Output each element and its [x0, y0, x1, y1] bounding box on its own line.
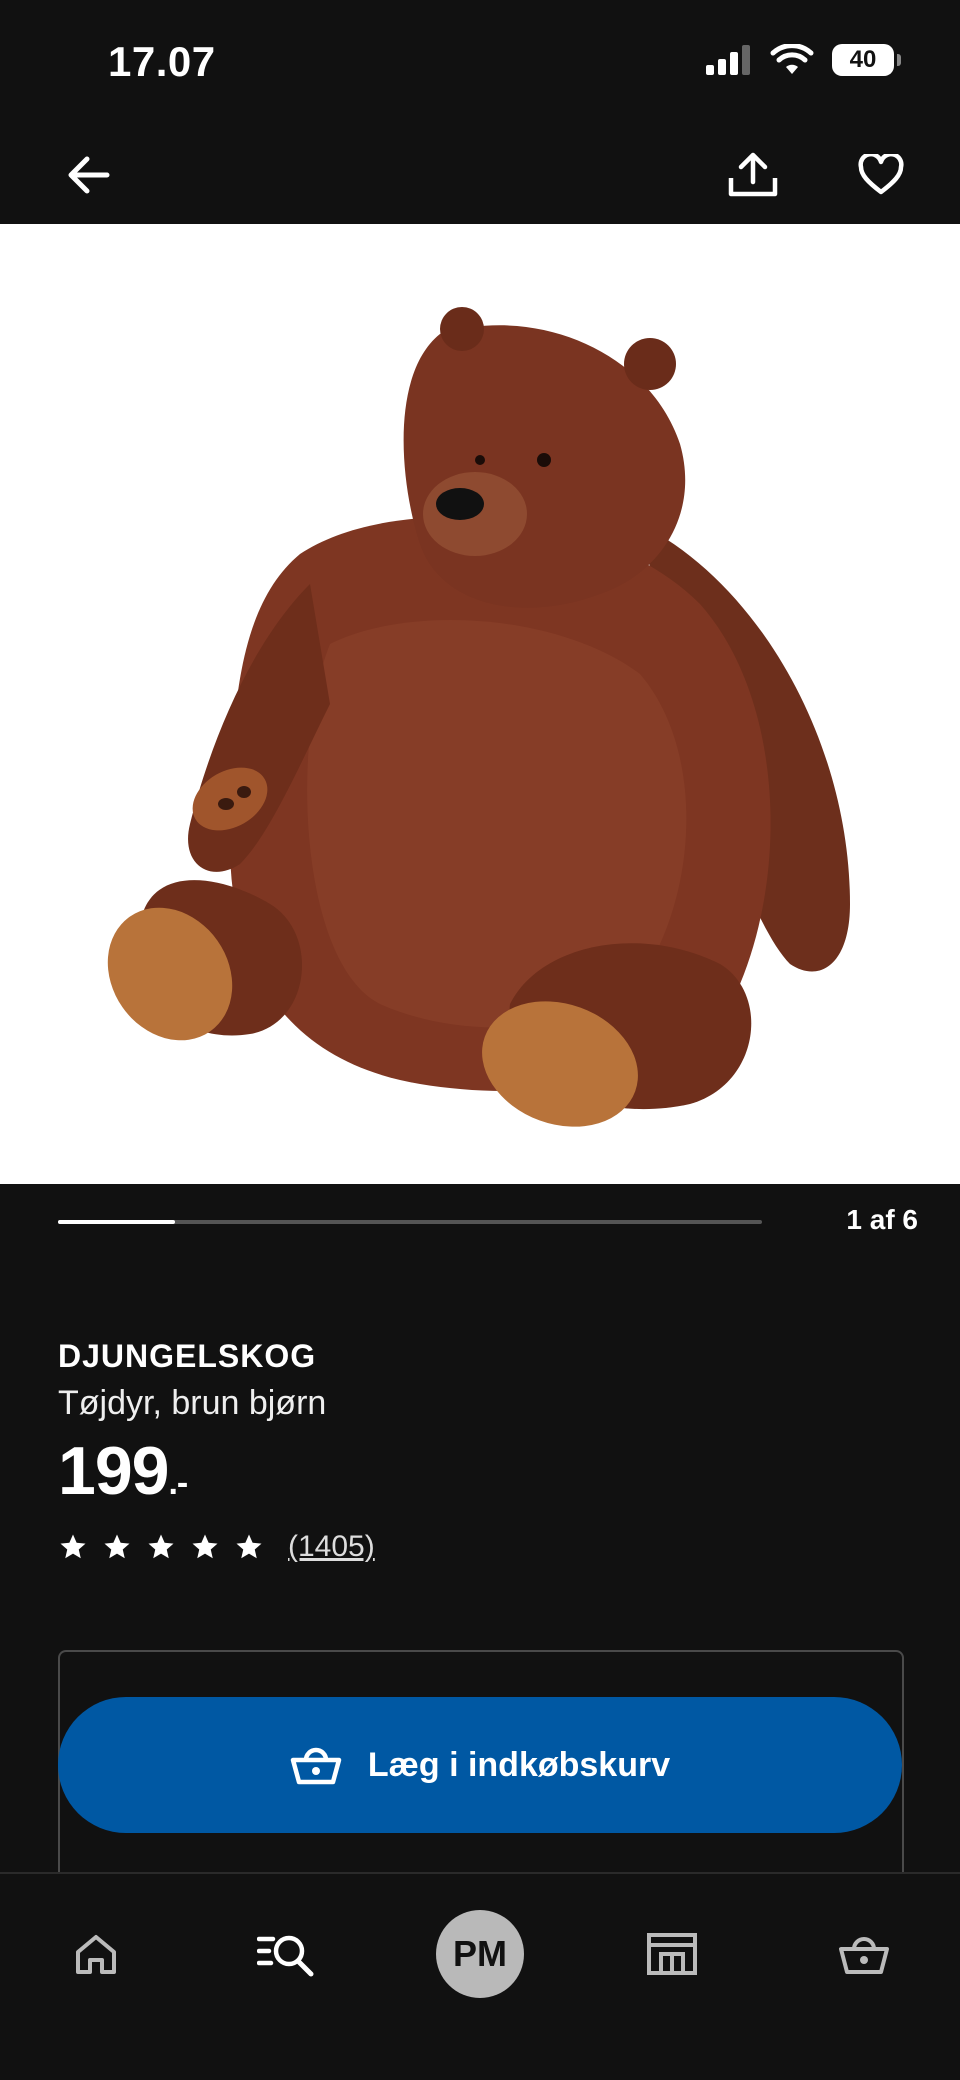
- price-suffix: .-: [168, 1464, 188, 1502]
- favorite-button[interactable]: [846, 140, 916, 210]
- home-icon: [76, 1935, 116, 1974]
- store-icon: [647, 1933, 697, 1975]
- profile-avatar: PM: [436, 1910, 524, 1998]
- pager-track: [58, 1220, 762, 1224]
- arrow-left-icon: [68, 156, 110, 194]
- share-icon: [728, 152, 778, 197]
- nav-store[interactable]: [622, 1904, 722, 2004]
- cellular-signal-icon: [706, 45, 750, 75]
- star-icon: [60, 1534, 86, 1559]
- basket-icon: [839, 1937, 889, 1974]
- star-icon: [104, 1534, 130, 1559]
- basket-icon: [290, 1747, 342, 1785]
- add-to-cart-label: Læg i indkøbskurv: [367, 1745, 671, 1784]
- back-button[interactable]: [54, 140, 124, 210]
- page-indicator: 1 af 6: [846, 1204, 918, 1235]
- nav-cart[interactable]: [814, 1904, 914, 2004]
- teddy-bear-image: [107, 307, 850, 1127]
- price-value: 199: [58, 1433, 169, 1509]
- star-icon: [148, 1534, 174, 1559]
- product-image[interactable]: [0, 224, 960, 1184]
- image-pager: 1 af 6: [58, 1200, 918, 1250]
- nav-search[interactable]: [236, 1904, 336, 2004]
- top-nav: [0, 130, 960, 224]
- battery-indicator: 40: [832, 44, 901, 76]
- status-time: 17.07: [108, 38, 216, 85]
- add-to-cart-button[interactable]: Læg i indkøbskurv: [58, 1697, 902, 1833]
- share-button[interactable]: [718, 140, 788, 210]
- status-icons: 40: [706, 44, 901, 76]
- heart-icon: [858, 154, 904, 195]
- nav-home[interactable]: [46, 1904, 146, 2004]
- status-bar: 17.07 40: [0, 0, 960, 130]
- product-description: Tøjdyr, brun bjørn: [58, 1384, 327, 1422]
- search-icon: [257, 1935, 314, 1977]
- bottom-nav: PM: [0, 1872, 960, 2080]
- wifi-icon: [770, 44, 814, 74]
- review-count[interactable]: (1405): [288, 1530, 375, 1564]
- star-icon: [236, 1534, 262, 1559]
- product-price: 199.-: [58, 1432, 188, 1510]
- star-icon: [192, 1534, 218, 1559]
- nav-profile[interactable]: PM: [430, 1904, 530, 2004]
- rating[interactable]: (1405): [58, 1530, 375, 1564]
- pager-progress: [58, 1220, 176, 1224]
- product-name: DJUNGELSKOG: [58, 1338, 317, 1374]
